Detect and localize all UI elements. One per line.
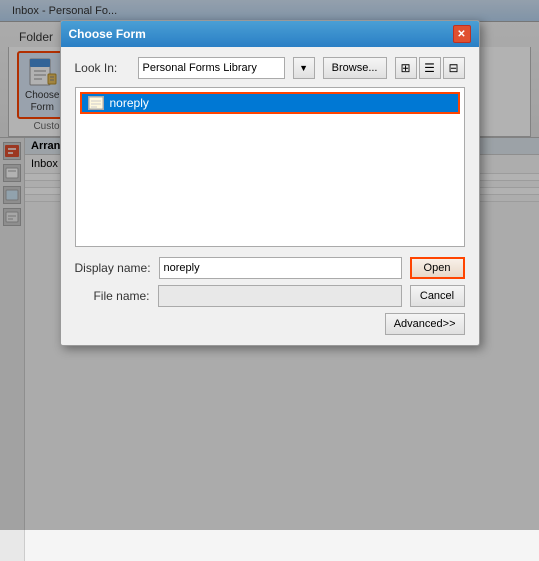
forms-list[interactable]: noreply	[75, 87, 465, 247]
look-in-field[interactable]: Personal Forms Library	[138, 57, 285, 79]
view-details-button[interactable]: ⊟	[443, 57, 465, 79]
display-name-label: Display name:	[75, 261, 151, 275]
advanced-row: Advanced>>	[75, 313, 465, 335]
look-in-dropdown-button[interactable]: ▼	[293, 57, 315, 79]
view-list-icon: ☰	[424, 61, 435, 75]
form-item-label: noreply	[110, 96, 149, 110]
modal-overlay: Choose Form ✕ Look In: Personal Forms Li…	[0, 0, 539, 530]
dialog-close-button[interactable]: ✕	[453, 25, 471, 43]
file-name-label: File name:	[75, 289, 150, 303]
view-large-icon: ⊞	[400, 61, 410, 75]
display-name-row: Display name: Open	[75, 257, 465, 279]
look-in-label: Look In:	[75, 61, 130, 75]
file-name-row: File name: Cancel	[75, 285, 465, 307]
dialog-body: Look In: Personal Forms Library ▼ Browse…	[61, 47, 479, 345]
view-list-button[interactable]: ☰	[419, 57, 441, 79]
view-details-icon: ⊟	[448, 61, 458, 75]
choose-form-dialog: Choose Form ✕ Look In: Personal Forms Li…	[60, 20, 480, 346]
open-button[interactable]: Open	[410, 257, 465, 279]
dialog-title: Choose Form	[69, 27, 146, 41]
display-name-input[interactable]	[159, 257, 402, 279]
browse-button[interactable]: Browse...	[323, 57, 387, 79]
look-in-row: Look In: Personal Forms Library ▼ Browse…	[75, 57, 465, 79]
advanced-button[interactable]: Advanced>>	[385, 313, 465, 335]
view-large-icons-button[interactable]: ⊞	[395, 57, 417, 79]
dialog-titlebar: Choose Form ✕	[61, 21, 479, 47]
view-buttons: ⊞ ☰ ⊟	[395, 57, 465, 79]
form-item-icon	[88, 96, 104, 110]
form-item-noreply[interactable]: noreply	[80, 92, 460, 114]
file-name-input[interactable]	[158, 285, 402, 307]
dropdown-arrow-icon: ▼	[299, 63, 308, 73]
cancel-button[interactable]: Cancel	[410, 285, 465, 307]
